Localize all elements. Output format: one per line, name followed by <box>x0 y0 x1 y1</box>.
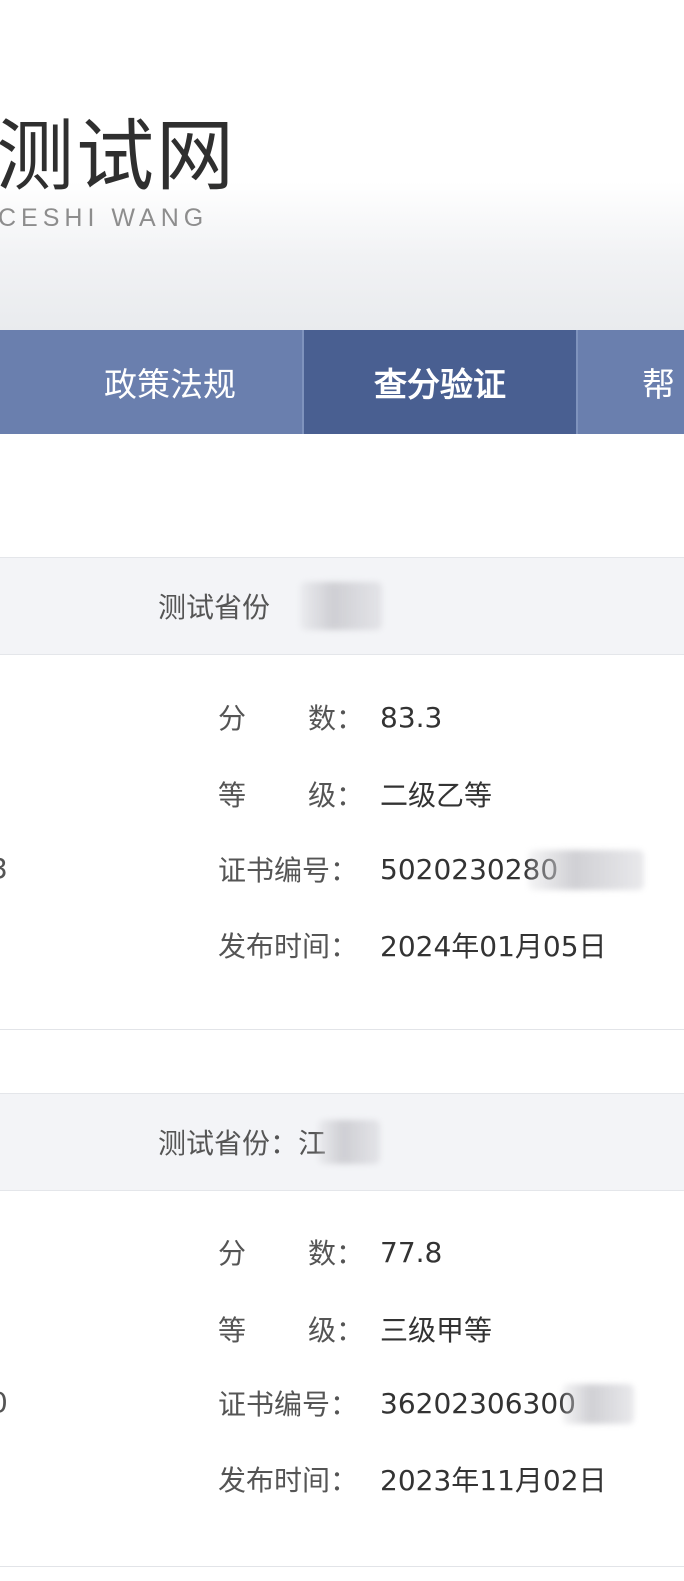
result-card-header: 测试省份 <box>0 557 684 655</box>
province-label-text: 测试省份： <box>158 1127 299 1160</box>
score-key: 分 数： <box>218 682 364 752</box>
score-key-part2: 数： <box>308 702 365 735</box>
cert-value: 36202306300 <box>380 1386 576 1420</box>
score-value: 83.3 <box>380 700 443 734</box>
score-key-part2: 数： <box>308 1237 365 1270</box>
level-key-part1: 等 <box>218 1314 247 1347</box>
result-row-level: 等 级： 三级甲等 <box>0 1294 684 1364</box>
result-row-cert: 证书编号： 5020230280 <box>0 834 684 904</box>
nav-item-policy[interactable]: 政策法规 <box>0 330 304 434</box>
level-key: 等 级： <box>218 1294 364 1364</box>
card-divider <box>0 1029 684 1030</box>
site-logo-english: CESHI WANG <box>0 204 209 232</box>
score-value: 77.8 <box>380 1235 443 1269</box>
level-key: 等 级： <box>218 759 364 829</box>
level-key-part1: 等 <box>218 779 247 812</box>
site-header: 测试网 CESHI WANG <box>0 0 684 330</box>
result-row-score: 分 数： 83.3 <box>0 682 684 752</box>
level-key-part2: 级： <box>308 1314 365 1347</box>
level-key-part2: 级： <box>308 779 365 812</box>
date-value: 2023年11月02日 <box>380 1464 607 1497</box>
province-label: 测试省份： 江 <box>158 1094 326 1190</box>
cert-key: 证书编号： <box>218 1388 359 1421</box>
redaction-blur <box>562 1384 634 1424</box>
level-value: 二级乙等 <box>380 779 493 812</box>
nav-item-score-verify[interactable]: 查分验证 <box>304 330 576 434</box>
result-row-cert: 证书编号： 36202306300 <box>0 1368 684 1438</box>
province-label-text: 测试省份 <box>158 591 271 624</box>
score-key-part1: 分 <box>218 702 247 735</box>
card-divider <box>0 1566 684 1567</box>
redaction-blur <box>528 850 644 890</box>
date-key: 发布时间： <box>218 930 359 963</box>
nav-item-help[interactable]: 帮 <box>576 330 684 434</box>
result-card-header: 测试省份： 江 <box>0 1093 684 1191</box>
province-label: 测试省份 <box>158 558 270 654</box>
score-key-part1: 分 <box>218 1237 247 1270</box>
redaction-blur <box>318 1120 380 1164</box>
date-key: 发布时间： <box>218 1464 359 1497</box>
result-row-score: 分 数： 77.8 <box>0 1217 684 1287</box>
result-row-date: 发布时间： 2023年11月02日 <box>0 1444 684 1514</box>
page: 测试网 CESHI WANG 政策法规 查分验证 帮 测试省份 3 分数： 83… <box>0 0 684 1581</box>
result-row-level: 等 级： 二级乙等 <box>0 759 684 829</box>
main-nav: 政策法规 查分验证 帮 <box>0 330 684 434</box>
score-key: 分 数： <box>218 1217 364 1287</box>
level-value: 三级甲等 <box>380 1314 493 1347</box>
date-value: 2024年01月05日 <box>380 930 607 963</box>
cert-key: 证书编号： <box>218 854 359 887</box>
redaction-blur <box>300 582 382 630</box>
site-logo-chinese[interactable]: 测试网 <box>0 118 236 196</box>
result-row-date: 发布时间： 2024年01月05日 <box>0 910 684 980</box>
